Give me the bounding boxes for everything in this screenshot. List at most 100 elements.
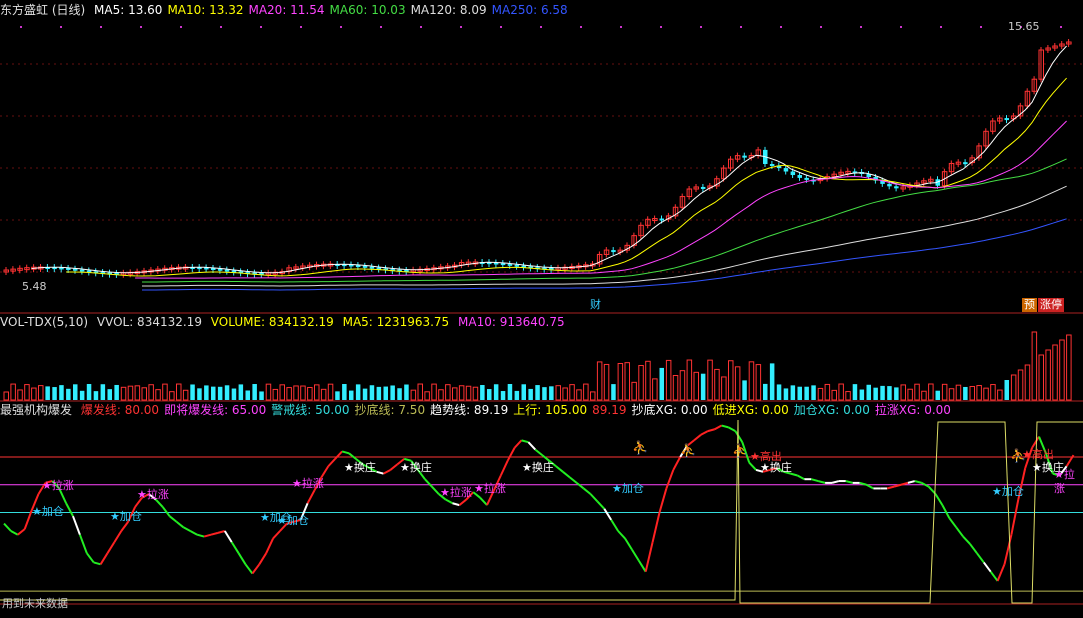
signal-star-icon: ★ xyxy=(1032,461,1042,474)
signal-label: 换庄 xyxy=(769,461,792,474)
volume-bar xyxy=(804,386,809,400)
top-dot xyxy=(420,26,422,28)
signal-star-icon: ★ xyxy=(474,482,484,495)
volume-panel-header: VOL-TDX(5,10) VVOL: 834132.19 VOLUME: 83… xyxy=(0,314,570,330)
trend-line-segment xyxy=(576,482,585,490)
indicator-legend-item: 上行: 105.00 xyxy=(513,403,588,417)
trend-line-segment xyxy=(348,452,357,460)
volume-bar xyxy=(452,387,458,401)
volume-bar xyxy=(817,387,824,401)
volume-bar xyxy=(465,385,472,401)
signal-star-icon: ★ xyxy=(137,488,147,501)
vol-ma5-value: MA5: 1231963.75 xyxy=(342,315,450,329)
trend-line-segment xyxy=(797,474,805,481)
top-dot xyxy=(620,26,622,28)
signal-label: 拉涨 xyxy=(146,488,169,501)
indicator-title[interactable]: 最强机构爆发 xyxy=(0,403,72,417)
trend-line-segment xyxy=(534,448,543,456)
volume-bar xyxy=(638,365,644,401)
volume-bar xyxy=(17,389,23,401)
volume-bar xyxy=(162,383,168,401)
trend-line-segment xyxy=(658,488,668,513)
volume-bar xyxy=(376,386,382,400)
volume-bar xyxy=(1038,354,1044,401)
trend-line-segment xyxy=(85,552,95,564)
trend-line-segment xyxy=(976,552,985,564)
volume-bar xyxy=(431,383,437,401)
price-candle xyxy=(224,269,230,272)
trend-line-segment xyxy=(603,508,613,521)
trend-line-segment xyxy=(320,465,330,478)
volume-bar xyxy=(1052,344,1058,401)
trend-line-segment xyxy=(452,502,460,507)
volume-bar xyxy=(265,383,272,401)
trend-line-segment xyxy=(161,506,171,517)
volume-bar xyxy=(914,383,920,401)
zhangting-marker: 涨停 xyxy=(1038,298,1064,312)
price-high-label: 15.65 xyxy=(1008,20,1040,33)
trend-line-segment xyxy=(258,552,268,565)
volume-bar xyxy=(79,390,85,400)
trend-line-segment xyxy=(624,537,633,551)
volume-bar xyxy=(286,387,292,401)
price-candle xyxy=(1004,118,1009,121)
volume-value: VOLUME: 834132.19 xyxy=(210,315,334,329)
signal-star-icon: ★ xyxy=(344,461,354,474)
trend-line-segment xyxy=(907,480,916,484)
trend-line-segment xyxy=(734,430,744,443)
trend-line-segment xyxy=(982,561,992,573)
volume-bar xyxy=(873,387,878,400)
volume-bar xyxy=(127,385,134,401)
price-candle xyxy=(894,186,899,189)
volume-bar xyxy=(721,376,727,401)
volume-bar xyxy=(204,385,209,400)
top-dot xyxy=(940,26,942,28)
volume-bar xyxy=(487,389,492,400)
top-dot xyxy=(180,26,182,28)
price-candle xyxy=(659,218,664,221)
volume-bar xyxy=(921,390,927,401)
chart-canvas: ⛹ ⛹ ⛹ ⛹ xyxy=(0,26,1083,605)
top-dot xyxy=(860,26,862,28)
volume-bar xyxy=(10,383,16,401)
ma-line xyxy=(142,185,1067,287)
volume-bar xyxy=(107,389,112,400)
price-panel-header: 东方盛虹 (日线) MA5: 13.60 MA10: 13.32 MA20: 11.… xyxy=(0,2,578,18)
vol-ma10-value: MA10: 913640.75 xyxy=(458,315,565,329)
trend-line-segment xyxy=(458,498,467,506)
volume-bar xyxy=(596,361,603,401)
volume-bar xyxy=(500,391,506,400)
trend-line-segment xyxy=(665,469,675,489)
trend-line-segment xyxy=(996,563,1006,582)
volume-bar xyxy=(472,386,479,401)
volume-bar xyxy=(100,384,106,400)
trend-line-segment xyxy=(389,463,398,471)
trend-line-segment xyxy=(506,447,516,462)
volume-bar xyxy=(390,385,395,400)
volume-bar xyxy=(31,387,37,401)
signal-label: 拉涨 xyxy=(51,479,74,492)
volume-bar xyxy=(797,386,802,400)
signal-star-icon: ★ xyxy=(440,486,450,499)
volume-bar xyxy=(631,381,637,401)
price-candle xyxy=(611,250,616,253)
volume-bar xyxy=(182,389,189,401)
step-line xyxy=(0,419,1083,604)
volume-bar xyxy=(134,385,141,401)
trend-line-segment xyxy=(707,428,715,433)
trend-line-segment xyxy=(265,537,275,554)
volume-bar xyxy=(211,386,216,400)
stock-title[interactable]: 东方盛虹 (日线) xyxy=(0,3,85,17)
top-dot xyxy=(1060,26,1062,28)
signal-star-icon: ★ xyxy=(612,482,622,495)
top-dot xyxy=(900,26,902,28)
volume-bar xyxy=(120,386,127,401)
volume-bar xyxy=(562,387,568,401)
ma-line xyxy=(66,77,1067,277)
volume-bar xyxy=(410,389,417,401)
signal-star-icon: ★ xyxy=(32,505,42,518)
price-candle xyxy=(742,155,747,158)
signal-star-icon: ★ xyxy=(760,461,770,474)
volume-title[interactable]: VOL-TDX(5,10) xyxy=(0,315,88,329)
volume-bar xyxy=(948,388,955,401)
